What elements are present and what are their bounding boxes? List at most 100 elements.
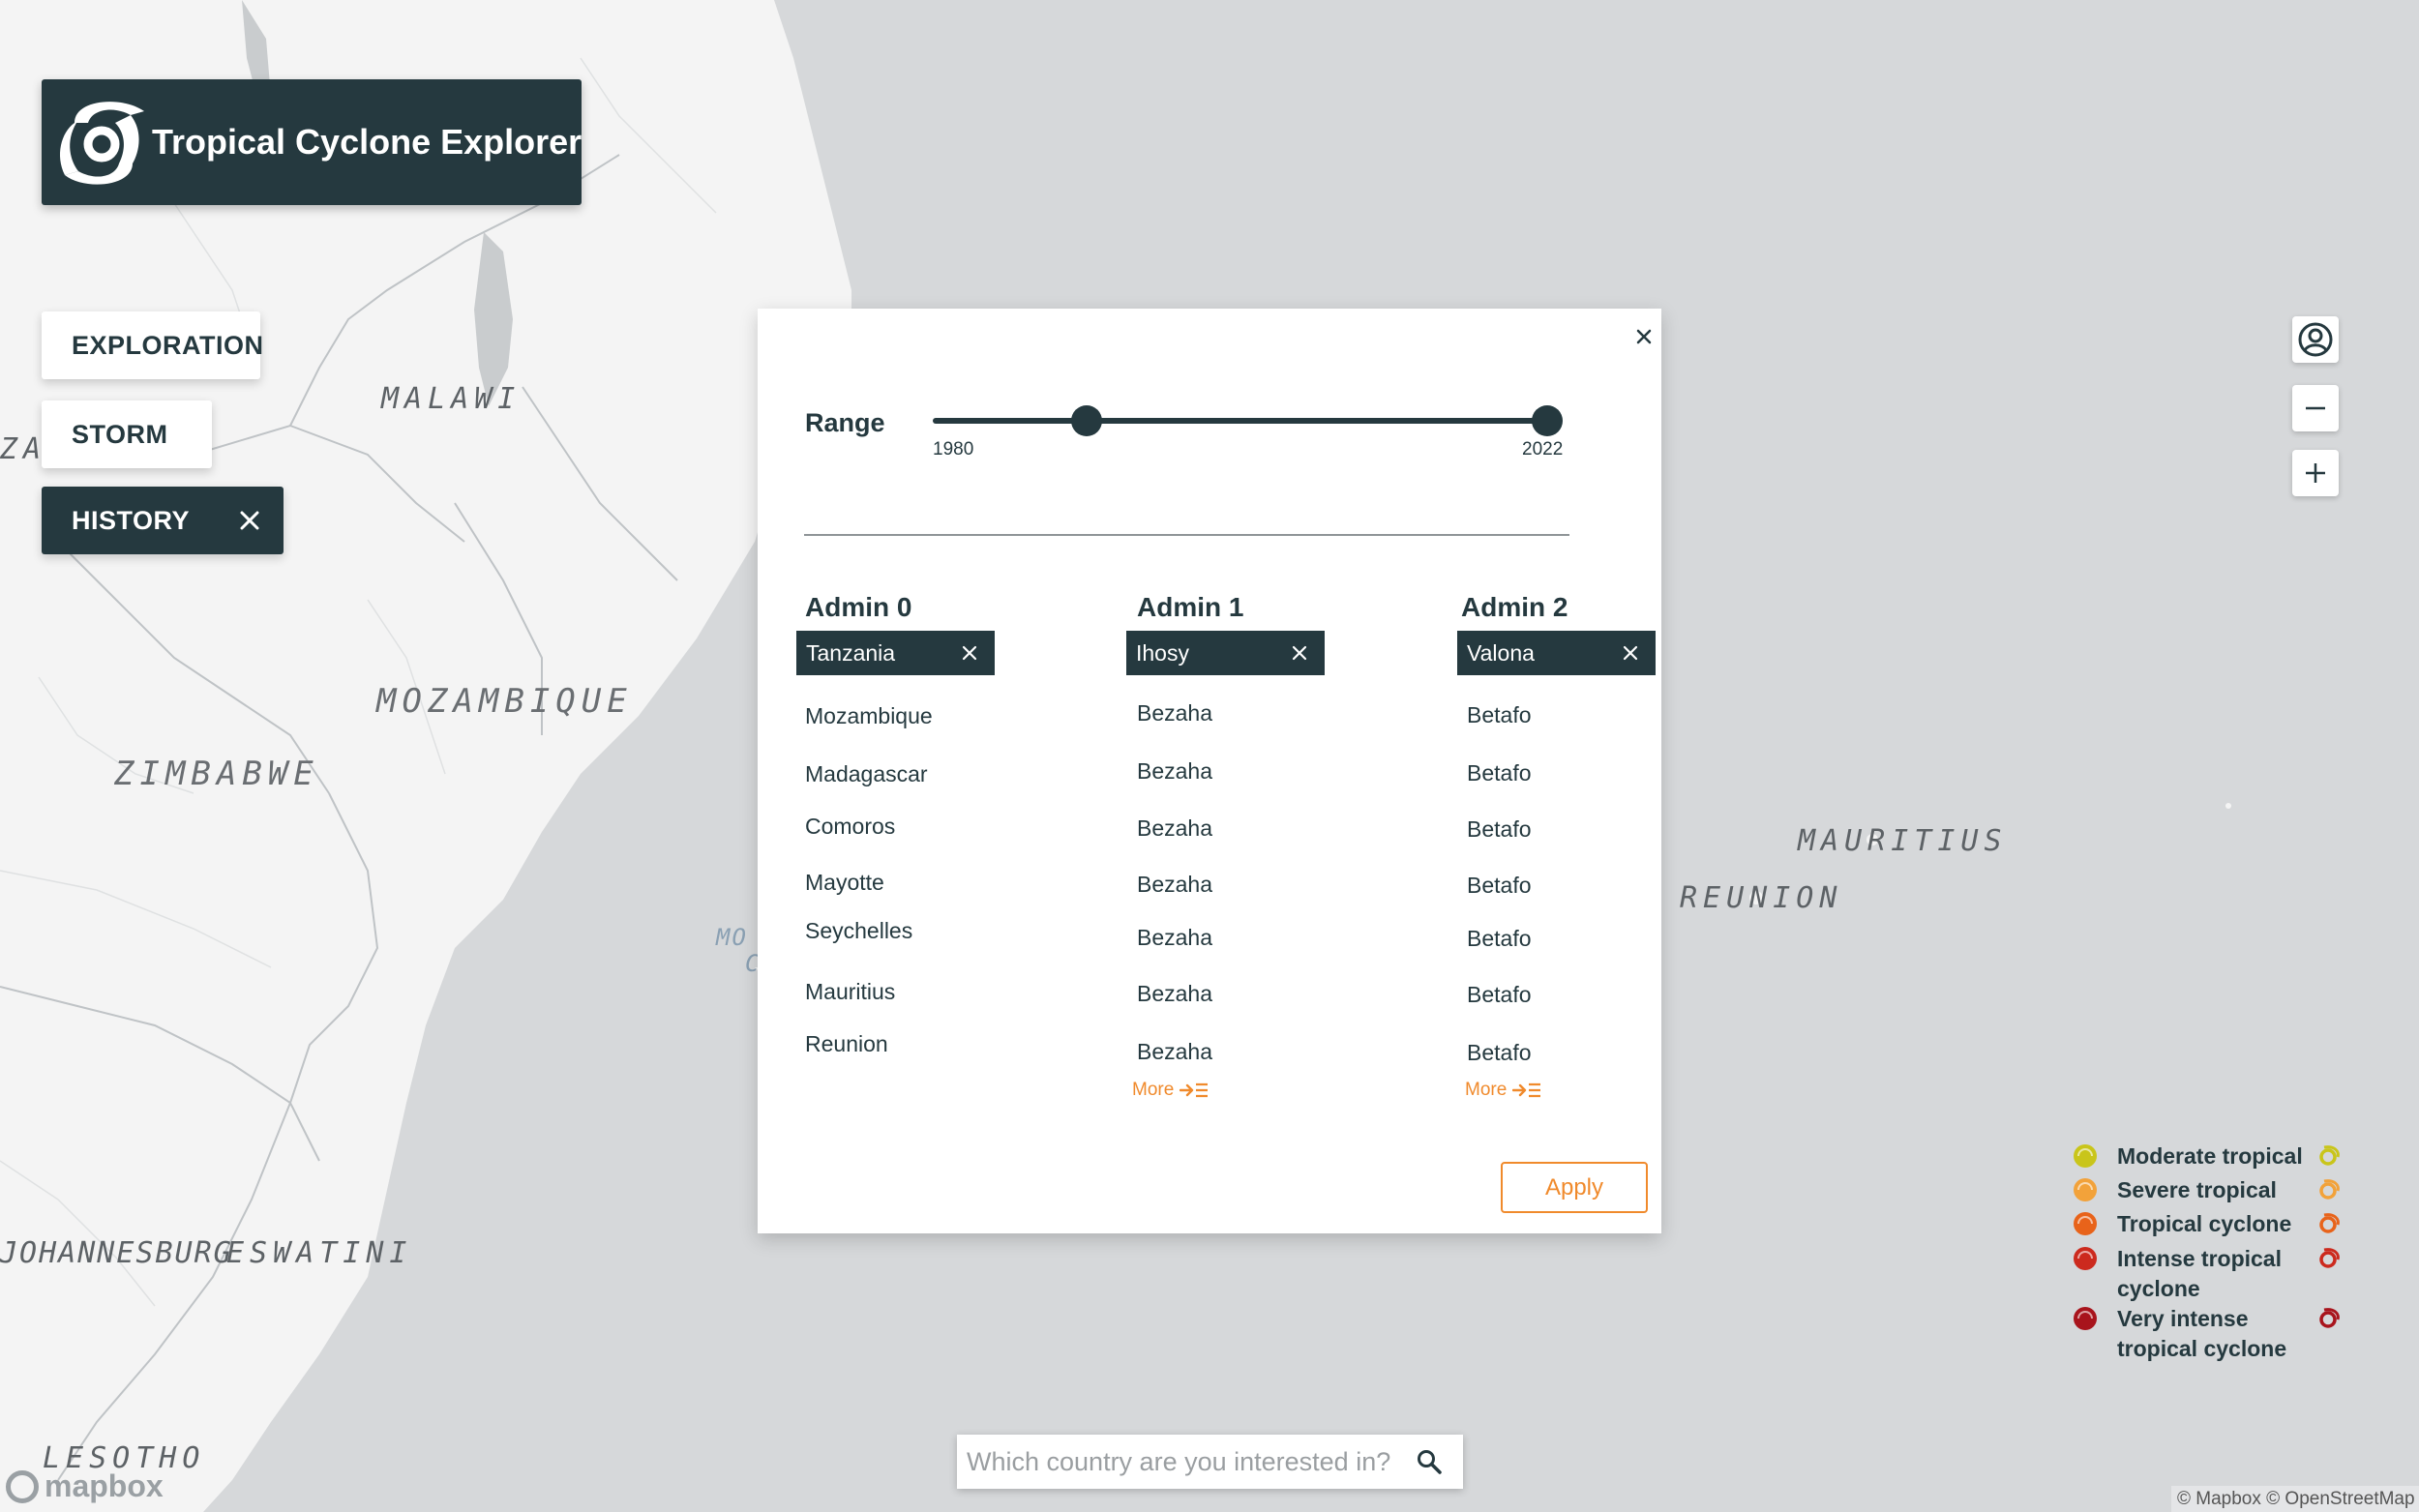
nav-storm-label: STORM [72, 419, 168, 449]
admin2-option[interactable]: Betafo [1467, 926, 1532, 952]
admin2-option[interactable]: Betafo [1467, 702, 1532, 728]
intense-tropical-cyclone-swirl-icon [2319, 1248, 2340, 1268]
legend-item-very-intense: Very intense tropical cyclone [2073, 1304, 2344, 1364]
cyclone-legend: Moderate tropical Severe tropical Tropic… [2073, 1141, 2344, 1364]
legend-label: Tropical cyclone [2117, 1211, 2292, 1236]
admin1-selected-chip[interactable]: Ihosy [1126, 631, 1325, 675]
zoom-in-button[interactable] [2292, 450, 2339, 496]
history-filter-panel: Range 1980 2022 Admin 0 Tanzania Mozambi… [758, 309, 1661, 1233]
admin1-option[interactable]: Bezaha [1137, 1039, 1212, 1065]
admin0-title: Admin 0 [805, 592, 912, 622]
map-label-eswatini: ESWATINI [226, 1236, 413, 1270]
admin0-option[interactable]: Comoros [805, 814, 895, 840]
intense-tropical-cyclone-dot-icon [2074, 1247, 2097, 1270]
tropical-cyclone-dot-icon [2074, 1212, 2097, 1235]
nav-history-label: HISTORY [72, 505, 191, 535]
country-search-input[interactable] [957, 1435, 1412, 1489]
admin2-option[interactable]: Betafo [1467, 1040, 1532, 1066]
admin1-option[interactable]: Bezaha [1137, 925, 1212, 951]
moderate-tropical-dot-icon [2074, 1144, 2097, 1168]
admin1-option[interactable]: Bezaha [1137, 872, 1212, 898]
legend-item-severe: Severe tropical [2073, 1175, 2344, 1209]
map-label-zimbabwe: ZIMBABWE [114, 755, 319, 793]
admin2-option[interactable]: Betafo [1467, 873, 1532, 899]
admin1-option[interactable]: Bezaha [1137, 815, 1212, 842]
admin2-more-label: More [1465, 1080, 1508, 1100]
admin2-more-link[interactable]: More [1465, 1080, 1541, 1101]
legend-label: Very intense tropical cyclone [2117, 1306, 2287, 1361]
map-label-za: ZA [0, 432, 47, 466]
plus-icon [2306, 463, 2325, 483]
map-label-mozambique: MOZAMBIQUE [376, 682, 633, 721]
user-account-button[interactable] [2292, 316, 2339, 363]
legend-label: Severe tropical [2117, 1177, 2277, 1202]
map-label-johannesburg: JOHANNESBURG [0, 1236, 233, 1270]
map-attribution[interactable]: © Mapbox © OpenStreetMap [2171, 1486, 2419, 1512]
apply-button[interactable]: Apply [1501, 1162, 1648, 1213]
admin0-option[interactable]: Mozambique [805, 703, 933, 729]
admin2-option[interactable]: Betafo [1467, 760, 1532, 786]
very-intense-tropical-cyclone-swirl-icon [2319, 1308, 2340, 1328]
island-small [2225, 803, 2231, 809]
admin2-title: Admin 2 [1461, 592, 1568, 622]
range-min-label: 1980 [933, 439, 974, 460]
country-search-bar [957, 1435, 1463, 1489]
mapbox-logo[interactable]: mapbox [6, 1468, 164, 1504]
legend-item-moderate: Moderate tropical [2073, 1141, 2344, 1175]
panel-close-button[interactable] [1631, 324, 1657, 349]
map-label-reunion: REUNION [1680, 881, 1843, 915]
moderate-tropical-swirl-icon [2319, 1145, 2340, 1166]
close-icon [1636, 329, 1652, 344]
nav-history-button[interactable]: HISTORY [42, 487, 284, 554]
panel-divider [804, 534, 1569, 536]
range-max-label: 2022 [1522, 439, 1564, 460]
admin0-option[interactable]: Mauritius [805, 979, 895, 1005]
severe-tropical-swirl-icon [2319, 1179, 2340, 1200]
admin2-selected-chip[interactable]: Valona [1457, 631, 1656, 675]
admin0-option[interactable]: Madagascar [805, 761, 928, 787]
admin2-option[interactable]: Betafo [1467, 816, 1532, 843]
admin0-option[interactable]: Mayotte [805, 870, 884, 896]
admin0-remove-icon[interactable] [960, 643, 979, 663]
admin1-remove-icon[interactable] [1290, 643, 1309, 663]
admin1-title: Admin 1 [1137, 592, 1244, 622]
minus-icon [2306, 406, 2325, 410]
admin0-selected-label: Tanzania [806, 639, 896, 666]
admin1-option[interactable]: Bezaha [1137, 700, 1212, 726]
admin1-selected-label: Ihosy [1136, 639, 1189, 666]
nav-exploration-button[interactable]: EXPLORATION [42, 311, 263, 379]
admin2-selected-label: Valona [1467, 639, 1535, 666]
admin2-option[interactable]: Betafo [1467, 982, 1532, 1008]
map-label-mo: MO [716, 924, 748, 951]
admin2-remove-icon[interactable] [1621, 643, 1640, 663]
zoom-out-button[interactable] [2292, 385, 2339, 431]
nav-exploration-label: EXPLORATION [72, 330, 264, 360]
slider-track[interactable] [933, 418, 1547, 424]
map-label-mauritius: MAURITIUS [1798, 824, 2008, 858]
map-label-malawi: MALAWI [381, 382, 522, 416]
admin1-more-link[interactable]: More [1132, 1080, 1209, 1101]
history-close-icon[interactable] [233, 504, 266, 537]
mapbox-logo-icon [6, 1469, 39, 1503]
admin1-option[interactable]: Bezaha [1137, 981, 1212, 1007]
admin0-selected-chip[interactable]: Tanzania [796, 631, 995, 675]
very-intense-tropical-cyclone-dot-icon [2074, 1307, 2097, 1330]
expand-list-icon [1180, 1082, 1209, 1098]
year-range-slider[interactable] [933, 404, 1563, 443]
app-header: Tropical Cyclone Explorer [42, 79, 582, 205]
legend-item-intense: Intense tropical cyclone [2073, 1244, 2344, 1304]
admin0-option[interactable]: Seychelles [805, 918, 912, 944]
mapbox-logo-text: mapbox [45, 1468, 164, 1503]
slider-min-handle[interactable] [1070, 405, 1102, 436]
admin0-option[interactable]: Reunion [805, 1031, 888, 1057]
admin1-option[interactable]: Bezaha [1137, 758, 1212, 785]
app-title: Tropical Cyclone Explorer [152, 122, 582, 162]
slider-max-handle[interactable] [1532, 405, 1563, 436]
search-icon[interactable] [1416, 1448, 1443, 1475]
nav-storm-button[interactable]: STORM [42, 400, 212, 468]
admin1-more-label: More [1132, 1080, 1175, 1100]
expand-list-icon [1512, 1082, 1541, 1098]
severe-tropical-dot-icon [2074, 1178, 2097, 1201]
user-circle-icon [2298, 322, 2333, 357]
legend-label: Moderate tropical [2117, 1143, 2303, 1169]
